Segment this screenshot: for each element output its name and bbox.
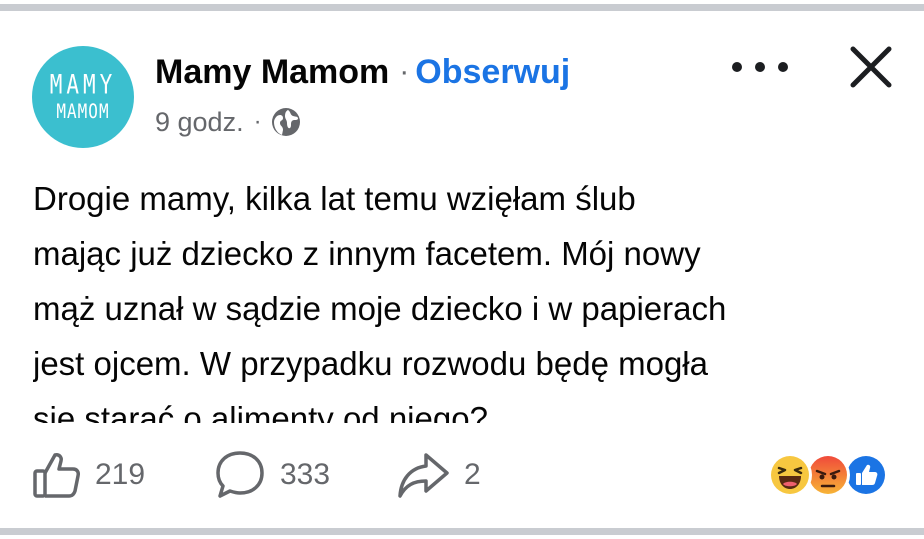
bottom-divider [0,528,924,535]
follow-button[interactable]: Obserwuj [415,53,570,92]
post-timestamp[interactable]: 9 godz. [155,107,244,138]
post-text: Drogie mamy, kilka lat temu wzięłam ślub… [33,180,727,423]
post-header: Mamy Mamom · Obserwuj [155,50,570,94]
meta-separator-dot: · [253,108,262,135]
more-dot [732,62,742,72]
haha-reaction-icon [768,453,812,497]
reactions-summary[interactable] [768,453,896,497]
share-button[interactable]: 2 [396,447,481,503]
separator-dot: · [399,55,410,88]
like-count: 219 [95,458,146,491]
share-count: 2 [464,458,481,491]
comment-icon [216,451,264,498]
close-icon[interactable] [847,43,895,91]
thumbs-up-icon [33,453,80,498]
more-options-icon[interactable] [732,52,788,82]
post-meta: 9 godz. · [155,104,301,140]
globe-icon[interactable] [271,107,301,137]
share-arrow-icon [398,453,449,498]
comment-button[interactable]: 333 [214,447,330,503]
angry-reaction-icon [806,453,850,497]
more-dot [778,62,788,72]
like-reaction-icon [844,453,888,497]
like-button[interactable]: 219 [31,447,145,503]
avatar-logo-subtext: MAMOM [56,99,110,123]
comment-count: 333 [280,458,331,491]
page-avatar[interactable]: MAMY MAMOM [32,46,134,148]
avatar-logo-text: MAMY [49,69,117,100]
top-divider [0,4,924,11]
more-dot [755,62,765,72]
page-name-link[interactable]: Mamy Mamom [155,53,389,92]
